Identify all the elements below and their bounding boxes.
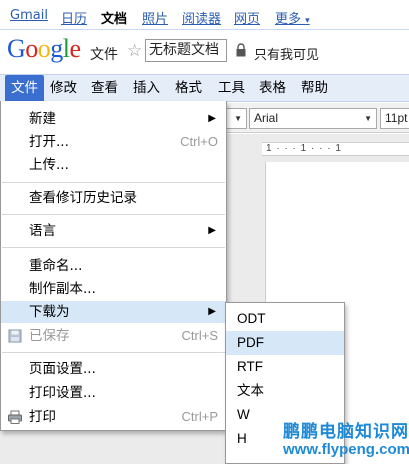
file-menu-page-setup[interactable]: 页面设置...: [1, 358, 226, 380]
doc-header: Google 文件 ☆ 无标题文档 只有我可见: [0, 30, 409, 74]
menu-file[interactable]: 文件: [5, 75, 44, 102]
menu-item-label: 制作副本...: [29, 281, 96, 297]
file-menu-rename[interactable]: 重命名...: [1, 255, 226, 277]
style-select[interactable]: ▼: [225, 108, 247, 129]
menu-item-label: 打印设置...: [29, 385, 96, 401]
file-menu-saved: 已保存 Ctrl+S: [1, 325, 226, 347]
menu-item-label: 页面设置...: [29, 361, 96, 377]
menu-table[interactable]: 表格: [259, 75, 286, 102]
file-menu-make-copy[interactable]: 制作副本...: [1, 278, 226, 300]
submenu-item-label: W: [237, 407, 250, 422]
download-odt[interactable]: ODT: [226, 307, 344, 331]
file-menu-upload[interactable]: 上传...: [1, 154, 226, 176]
menu-item-label: 查看修订历史记录: [29, 190, 137, 206]
sharing-status[interactable]: 只有我可见: [254, 44, 319, 63]
gbar-web[interactable]: 网页: [234, 8, 260, 27]
gbar-calendar[interactable]: 日历: [61, 8, 87, 27]
gbar-more-label: 更多: [275, 12, 302, 27]
download-pdf[interactable]: PDF: [226, 331, 344, 355]
file-menu-revision-history[interactable]: 查看修订历史记录: [1, 187, 226, 209]
ruler-ticks: 1 · · · 1 · · · 1: [266, 143, 342, 154]
shortcut-label: Ctrl+S: [181, 328, 218, 343]
doc-title[interactable]: 无标题文档: [145, 39, 227, 62]
menu-insert[interactable]: 插入: [133, 75, 160, 102]
watermark-url: www.flypeng.com: [283, 441, 409, 458]
submenu-item-label: 文本: [237, 383, 264, 398]
file-menu-print-settings[interactable]: 打印设置...: [1, 382, 226, 404]
file-menu-new[interactable]: 新建 ▶: [1, 108, 226, 130]
submenu-item-label: PDF: [237, 335, 264, 350]
menu-edit[interactable]: 修改: [50, 75, 77, 102]
menu-help[interactable]: 帮助: [301, 75, 328, 102]
chevron-down-icon: ▼: [364, 114, 372, 123]
file-menu-print[interactable]: 打印 Ctrl+P: [1, 406, 226, 428]
download-rtf[interactable]: RTF: [226, 355, 344, 379]
lock-icon: [236, 43, 246, 57]
chevron-down-icon: ▾: [305, 16, 310, 26]
google-bar: Gmail 日历 文档 照片 阅读器 网页 更多 ▾: [0, 0, 409, 30]
download-text[interactable]: 文本: [226, 379, 344, 403]
ruler[interactable]: 1 · · · 1 · · · 1: [262, 142, 409, 156]
docs-product-name: 文件: [90, 47, 118, 63]
font-size-select[interactable]: 11pt: [380, 108, 409, 129]
submenu-item-label: ODT: [237, 311, 266, 326]
menu-item-label: 语言: [29, 223, 56, 239]
menu-item-label: 下载为: [29, 304, 70, 320]
menu-separator: [2, 182, 225, 183]
menu-item-label: 上传...: [29, 157, 69, 173]
file-menu-open[interactable]: 打开... Ctrl+O: [1, 131, 226, 153]
file-menu-download-as[interactable]: 下载为 ▶: [1, 301, 226, 323]
submenu-item-label: RTF: [237, 359, 263, 374]
font-select[interactable]: Arial ▼: [249, 108, 377, 129]
menu-format[interactable]: 格式: [175, 75, 202, 102]
menu-separator: [2, 247, 225, 248]
gbar-reader[interactable]: 阅读器: [182, 8, 221, 27]
menu-tools[interactable]: 工具: [218, 75, 245, 102]
file-menu-language[interactable]: 语言 ▶: [1, 220, 226, 242]
font-select-value: Arial: [254, 111, 279, 125]
menu-separator: [2, 352, 225, 353]
menu-item-label: 打开...: [29, 134, 69, 150]
submenu-arrow-icon: ▶: [208, 306, 216, 317]
menu-separator: [2, 214, 225, 215]
menu-bar: 文件 修改 查看 插入 格式 工具 表格 帮助: [0, 74, 409, 102]
menu-item-label: 打印: [29, 409, 56, 425]
submenu-arrow-icon: ▶: [208, 113, 216, 124]
menu-item-label: 重命名...: [29, 258, 83, 274]
menu-item-label: 已保存: [29, 328, 70, 344]
menu-item-label: 新建: [29, 111, 56, 127]
star-icon[interactable]: ☆: [127, 41, 142, 61]
gbar-gmail[interactable]: Gmail: [10, 8, 48, 23]
gbar-photos[interactable]: 照片: [142, 8, 168, 27]
submenu-arrow-icon: ▶: [208, 225, 216, 236]
watermark-title: 鹏鹏电脑知识网: [283, 422, 409, 442]
printer-icon: [8, 410, 22, 424]
shortcut-label: Ctrl+P: [181, 409, 218, 424]
gbar-docs[interactable]: 文档: [101, 8, 127, 27]
chevron-down-icon: ▼: [234, 114, 242, 123]
watermark: 鹏鹏电脑知识网 www.flypeng.com: [251, 411, 409, 464]
save-icon: [8, 329, 22, 343]
submenu-item-label: H: [237, 431, 247, 446]
google-logo[interactable]: Google: [7, 34, 81, 64]
shortcut-label: Ctrl+O: [180, 134, 218, 149]
menu-view[interactable]: 查看: [91, 75, 118, 102]
font-size-value: 11pt: [385, 111, 408, 125]
gbar-more[interactable]: 更多 ▾: [275, 8, 310, 27]
file-menu: 新建 ▶ 打开... Ctrl+O 上传... 查看修订历史记录 语言 ▶ 重命名..…: [0, 101, 227, 431]
